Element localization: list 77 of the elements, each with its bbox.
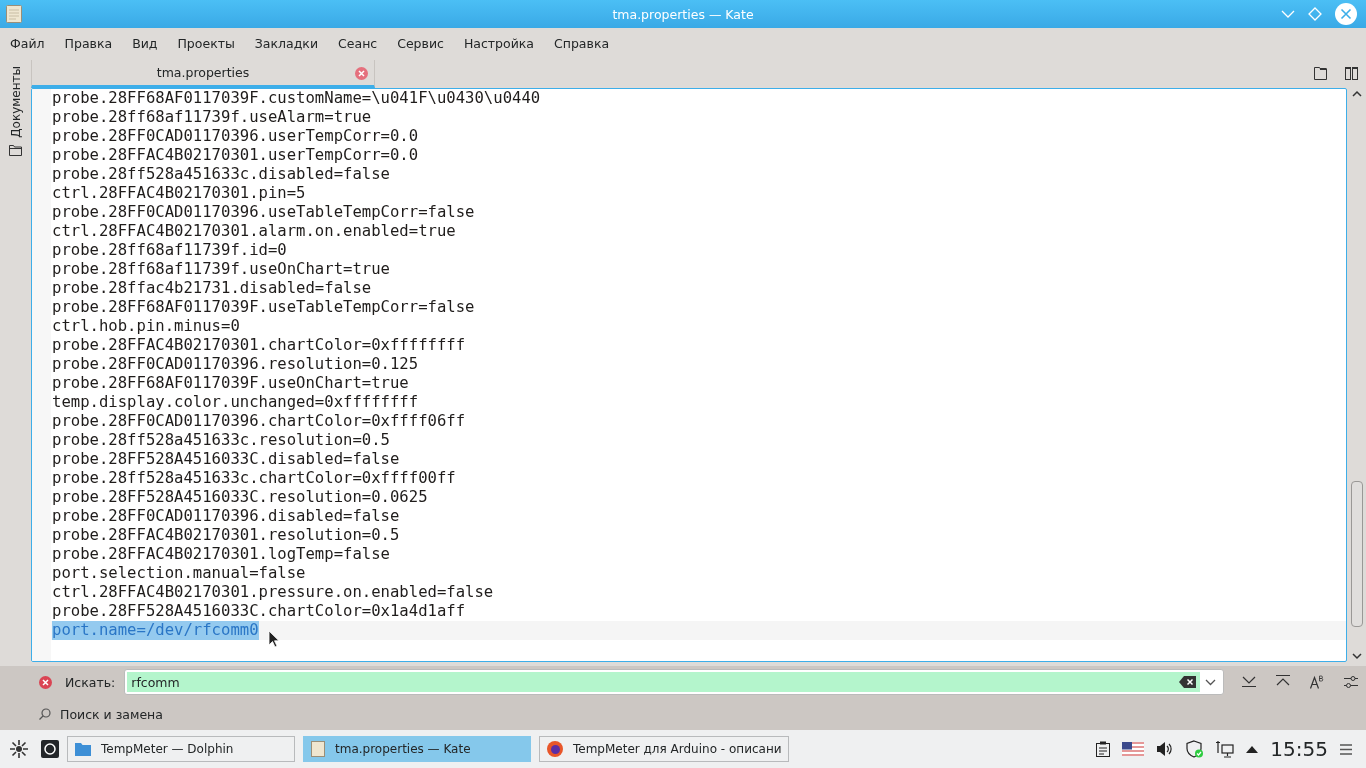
menu-icon[interactable] <box>1340 743 1352 755</box>
code-line: probe.28ff528a451633c.chartColor=0xffff00ff <box>52 469 456 488</box>
menu-item[interactable]: Сеанс <box>328 35 388 51</box>
taskbar-task[interactable]: tma.properties — Kate <box>303 736 531 762</box>
code-line: probe.28FF0CAD01170396.chartColor=0xffff06ff <box>52 412 466 431</box>
code-line: probe.28FF0CAD01170396.userTempCorr=0.0 <box>52 127 419 146</box>
split-view-icon[interactable] <box>1345 66 1358 80</box>
close-icon[interactable] <box>355 67 368 80</box>
folder-icon <box>75 742 91 756</box>
menu-item[interactable]: Файл <box>10 35 55 51</box>
close-icon[interactable] <box>39 675 52 689</box>
caret-up-icon[interactable] <box>1246 745 1259 753</box>
shield-icon[interactable] <box>1186 740 1205 758</box>
code-line: probe.28FF528A4516033C.resolution=0.0625 <box>52 488 428 507</box>
notepad-icon <box>311 741 325 757</box>
folder-icon[interactable] <box>9 143 22 156</box>
network-icon[interactable] <box>1216 740 1235 758</box>
volume-icon[interactable] <box>1156 741 1175 757</box>
text-editor[interactable] <box>31 88 1347 662</box>
search-label: Искать: <box>65 674 116 690</box>
window-title: tma.properties — Kate <box>612 6 754 22</box>
scrollbar-thumb[interactable] <box>1350 481 1363 627</box>
taskbar-task[interactable]: TempMeter — Dolphin <box>67 736 295 762</box>
code-line: probe.28ff528a451633c.disabled=false <box>52 165 390 184</box>
code-line: probe.28FF68AF0117039F.useTableTempCorr=false <box>52 298 475 317</box>
code-line: ctrl.hob.pin.minus=0 <box>52 317 240 336</box>
clipboard-icon[interactable] <box>1096 741 1111 757</box>
code-line: ctrl.28FFAC4B02170301.alarm.on.enabled=true <box>52 222 456 241</box>
code-line: probe.28ff68af11739f.id=0 <box>52 241 287 260</box>
taskbar-task[interactable]: TempMeter для Arduino - описани <box>539 736 789 762</box>
menu-item[interactable]: Вид <box>122 35 168 51</box>
clock[interactable]: 15:55 <box>1270 737 1328 761</box>
code-line: probe.28FF68AF0117039F.useOnChart=true <box>52 374 409 393</box>
menu-item[interactable]: Проекты <box>167 35 245 51</box>
search-icon <box>39 708 51 720</box>
scroll-down-icon[interactable] <box>1351 653 1362 660</box>
settings-icon[interactable] <box>1344 675 1359 689</box>
close-icon[interactable] <box>1335 3 1357 25</box>
code-line: probe.28FFAC4B02170301.userTempCorr=0.0 <box>52 146 419 165</box>
clear-text-icon[interactable] <box>1179 676 1197 688</box>
code-line: probe.28ff68af11739f.useAlarm=true <box>52 108 372 127</box>
code-line: probe.28FF0CAD01170396.disabled=false <box>52 507 400 526</box>
menu-item[interactable]: Сервис <box>387 35 454 51</box>
scroll-up-icon[interactable] <box>1351 90 1362 97</box>
notepad-icon <box>6 5 22 23</box>
code-line: probe.28FF0CAD01170396.useTableTempCorr=false <box>52 203 475 222</box>
app-launcher-icon[interactable] <box>9 739 29 759</box>
find-previous-icon[interactable] <box>1276 675 1291 687</box>
code-line: probe.28ffac4b21731.disabled=false <box>52 279 372 298</box>
search-field[interactable]: rfcomm <box>124 669 1225 695</box>
desktop-icon[interactable] <box>41 740 59 758</box>
browser-icon <box>547 741 563 757</box>
code-line: temp.display.color.unchanged=0xffffffff <box>52 393 419 412</box>
code-line: probe.28FFAC4B02170301.logTemp=false <box>52 545 390 564</box>
code-line: ctrl.28FFAC4B02170301.pressure.on.enabled=false <box>52 583 494 602</box>
new-document-icon[interactable] <box>1314 66 1327 80</box>
code-line: probe.28FF528A4516033C.disabled=false <box>52 450 400 469</box>
code-line: port.selection.manual=false <box>52 564 306 583</box>
mouse-cursor-icon <box>267 629 279 648</box>
search-replace-button[interactable]: Поиск и замена <box>39 706 163 722</box>
code-line: probe.28FF528A4516033C.chartColor=0x1a4d1aff <box>52 602 466 621</box>
menu-item[interactable]: Справка <box>544 35 620 51</box>
dropdown-caret-icon[interactable] <box>1205 678 1217 686</box>
code-line: probe.28FFAC4B02170301.resolution=0.5 <box>52 526 400 545</box>
menu-item[interactable]: Правка <box>54 35 123 51</box>
menu-item[interactable]: Закладки <box>244 35 329 51</box>
code-line: probe.28FFAC4B02170301.chartColor=0xffffffff <box>52 336 466 355</box>
find-next-icon[interactable] <box>1242 675 1257 687</box>
sidebar-tab[interactable]: Документы <box>8 66 23 138</box>
match-case-icon[interactable] <box>1310 675 1325 689</box>
flag-icon[interactable] <box>1122 742 1145 756</box>
code-line: probe.28FF0CAD01170396.resolution=0.125 <box>52 355 419 374</box>
code-line: ctrl.28FFAC4B02170301.pin=5 <box>52 184 306 203</box>
code-line: probe.28ff528a451633c.resolution=0.5 <box>52 431 390 450</box>
code-line: probe.28FF68AF0117039F.customName=\u041F\u0430\u0440 <box>52 89 541 108</box>
code-line: probe.28ff68af11739f.useOnChart=true <box>52 260 390 279</box>
menu-item[interactable]: Настройка <box>453 35 545 51</box>
